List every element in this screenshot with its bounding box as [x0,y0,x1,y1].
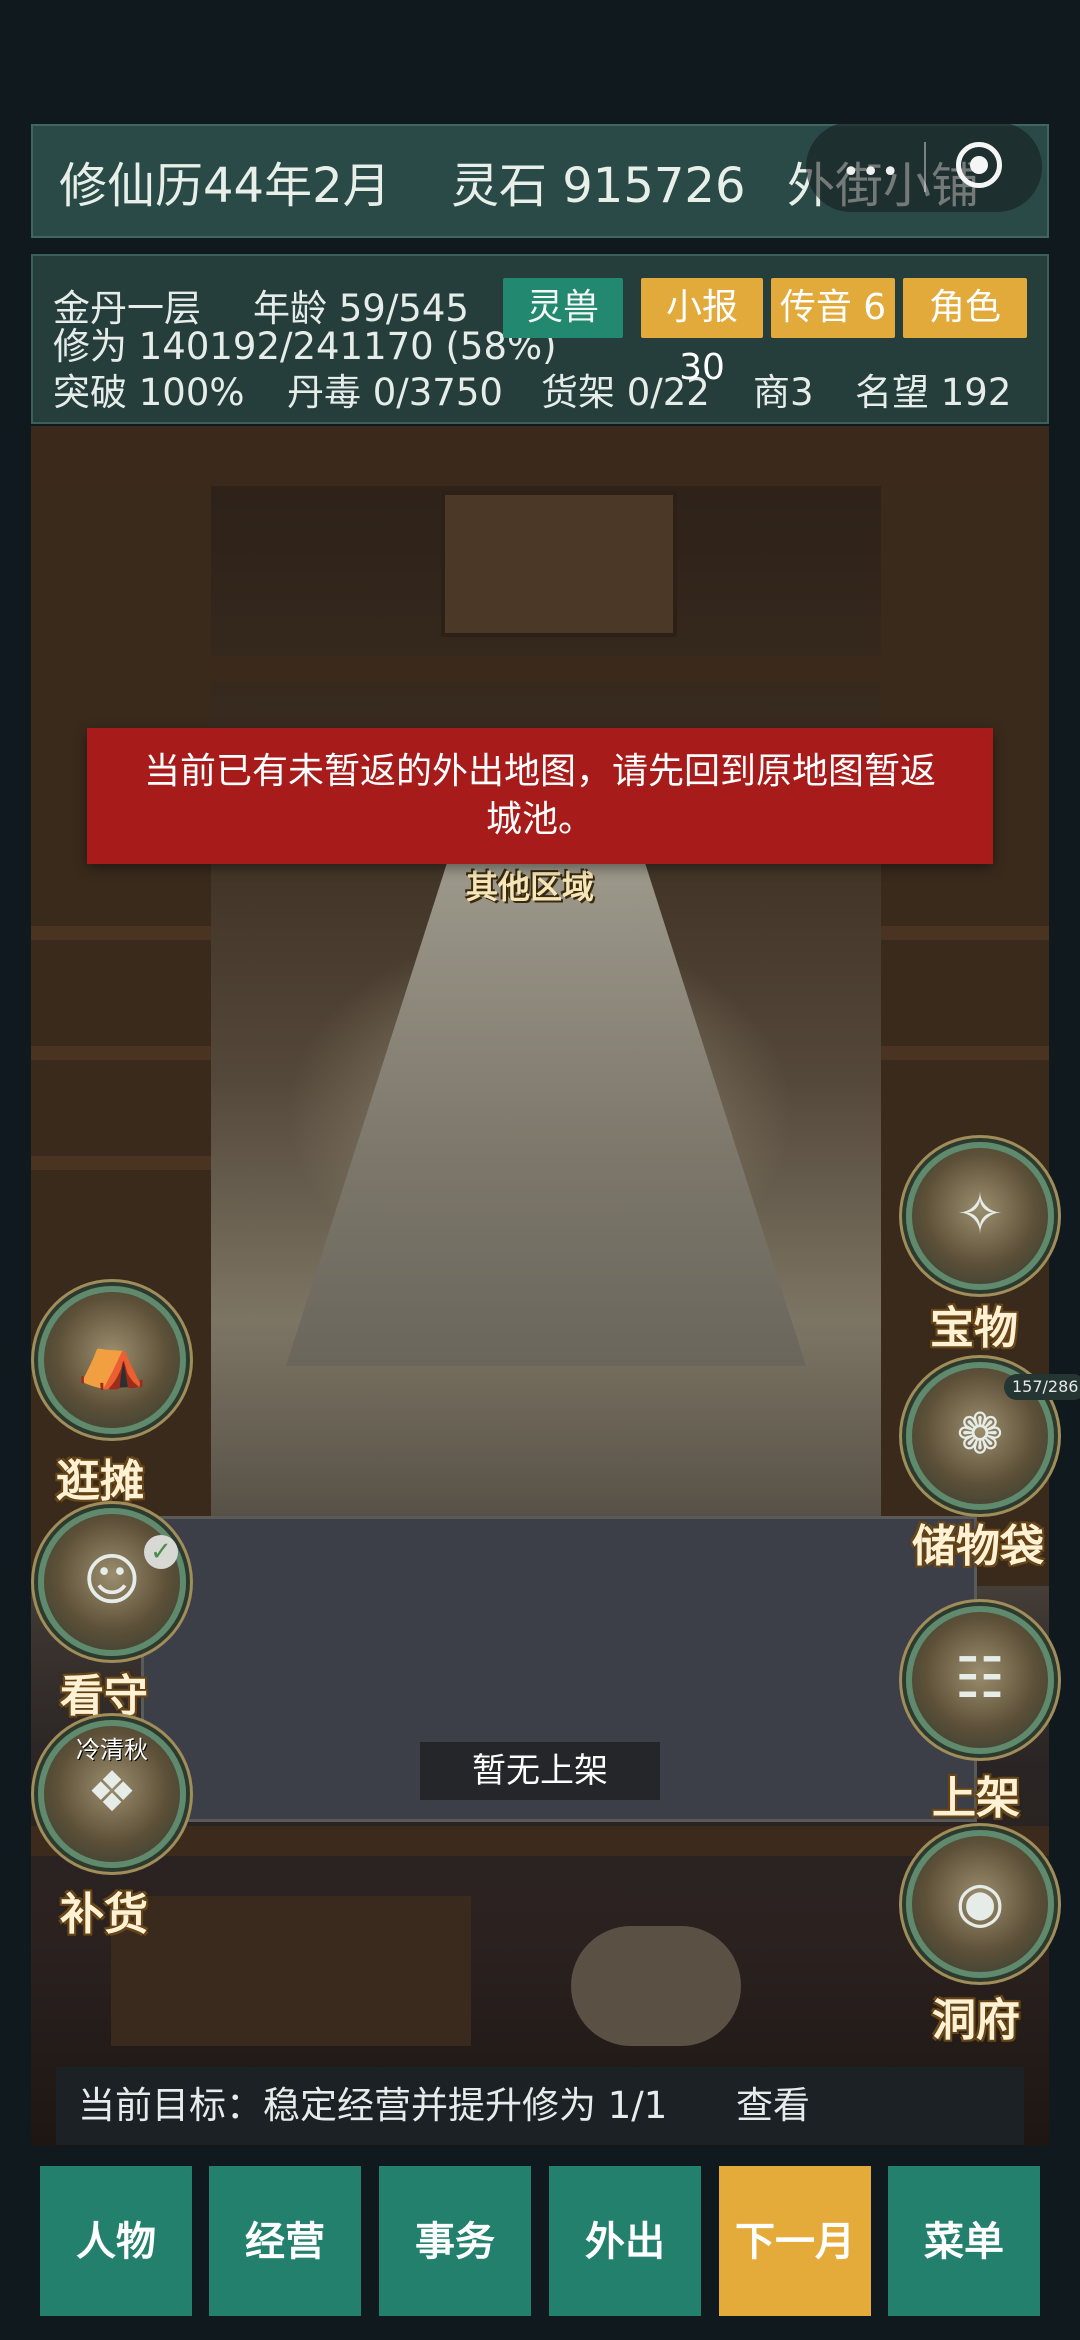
restock-owner: 冷清秋 [76,1736,148,1764]
check-icon: ✓ [144,1535,178,1569]
front-counter-edge [31,1826,1049,1856]
cave-dwelling-label: 洞府 [932,1995,1020,2046]
capsule-divider [924,142,926,192]
stall-icon: ⛺ [77,1327,147,1392]
other-area-label[interactable]: 其他区域 [466,862,594,908]
treasure-label: 宝物 [930,1303,1018,1354]
spirit-beast-button[interactable]: 灵兽 [503,278,623,338]
nav-outing[interactable]: 外出 [549,2166,701,2316]
list-goods-button[interactable]: ☷ [906,1606,1054,1754]
cave-icon: ◉ [955,1870,1005,1935]
character-stats-panel: 金丹一层 年龄 59/545 修为 140192/241170 (58%) 突破… [31,254,1049,424]
right-shelf-plank [881,1046,1049,1060]
current-goal-bar: 当前目标：稳定经营并提升修为 1/1 查看 [56,2067,1024,2145]
goal-text: 当前目标：稳定经营并提升修为 1/1 [78,2084,668,2127]
guard-label: 看守 [60,1671,148,1722]
counter-crates [111,1896,471,2046]
pill-poison-text: 丹毒 0/3750 [287,371,503,414]
toast-message: 当前已有未暂返的外出地图，请先回到原地图暂返城池。 [87,728,993,864]
restock-label: 补货 [60,1889,148,1940]
mini-program-capsule[interactable]: ••• [806,122,1042,212]
treasure-chest-icon: ✧ [956,1182,1004,1247]
street-view [286,846,806,1366]
guard-button[interactable]: ☺ [38,1508,186,1656]
left-shelf-plank [31,1046,211,1060]
roof-beam [31,426,1049,486]
list-goods-label: 上架 [932,1773,1020,1824]
shelf-status-badge: 暂无上架 [420,1742,660,1800]
nav-next-month[interactable]: 下一月 [719,2166,871,2316]
storage-bag-label: 储物袋 [912,1521,1044,1572]
counter-sack [571,1926,741,2046]
left-shelf-plank [31,926,211,940]
nav-menu[interactable]: 菜单 [888,2166,1040,2316]
role-button[interactable]: 角色 [903,278,1027,338]
more-dots-icon[interactable]: ••• [842,155,901,190]
treasure-button[interactable]: ✧ [906,1142,1054,1290]
right-shelf-plank [881,926,1049,940]
reputation-text: 名望 192 [855,371,1012,414]
cave-dwelling-button[interactable]: ◉ [906,1830,1054,1978]
browse-stalls-label: 逛摊 [56,1456,144,1507]
browse-stalls-button[interactable]: ⛺ [38,1286,186,1434]
nav-affairs[interactable]: 事务 [379,2166,531,2316]
left-shelf-plank [31,1156,211,1170]
close-target-icon[interactable] [956,142,1002,188]
spirit-stone-count: 灵石 915726 [451,158,746,214]
message-button[interactable]: 传音 6 [771,278,895,338]
crate-icon: ❖ [86,1760,138,1825]
breakthrough-text: 突破 100% [53,371,245,414]
goal-view-link[interactable]: 查看 [736,2067,810,2145]
bag-icon: ❁ [956,1402,1004,1467]
bag-capacity-badge: 157/286 [1004,1374,1080,1400]
shelf-icon: ☷ [954,1646,1006,1711]
shop-signboard [441,491,677,637]
nav-character[interactable]: 人物 [40,2166,192,2316]
nav-business[interactable]: 经营 [209,2166,361,2316]
calendar-date: 修仙历44年2月 [59,158,391,214]
merchant-level-text: 商3 [753,371,814,414]
shop-scene [31,426,1049,2146]
news-button[interactable]: 小报 30 [641,278,763,388]
